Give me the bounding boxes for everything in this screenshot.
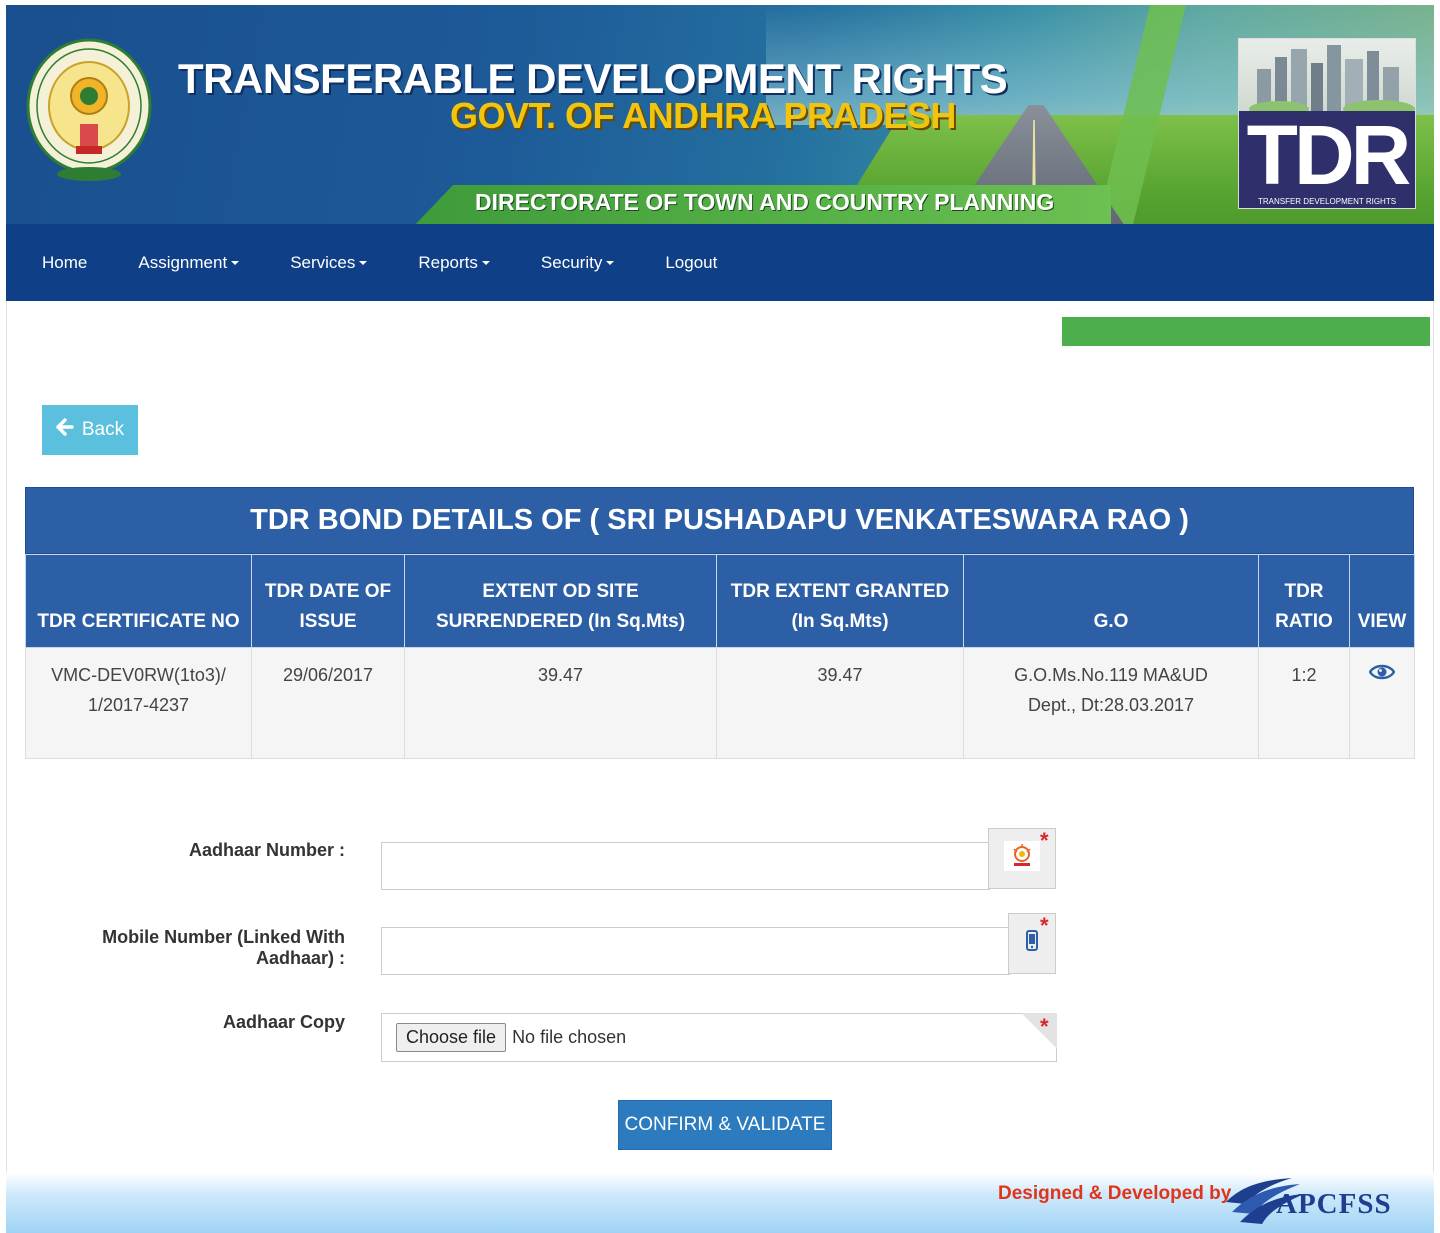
nav-security[interactable]: Security [527, 253, 615, 273]
tdr-logo-tagline: TRANSFER DEVELOPMENT RIGHTS [1239, 196, 1415, 208]
aadhaar-number-input[interactable] [381, 842, 990, 890]
tdr-logo: TDR TRANSFER DEVELOPMENT RIGHTS [1238, 38, 1416, 209]
required-asterisk: * [1040, 1014, 1049, 1039]
cell-date-of-issue: 29/06/2017 [251, 647, 405, 759]
table-header-row: TDR CERTIFICATE NO TDR DATE OF ISSUE EXT… [25, 554, 1415, 648]
required-asterisk: * [1040, 913, 1049, 938]
aadhaar-copy-file-input: Choose file No file chosen [381, 1013, 1057, 1062]
nav-services[interactable]: Services [276, 253, 368, 273]
choose-file-button[interactable]: Choose file [396, 1023, 507, 1052]
table-row: VMC-DEV0RW(1to3)/1/2017-4237 29/06/2017 … [25, 647, 1415, 759]
cell-view [1349, 647, 1415, 759]
col-extent-granted: TDR EXTENT GRANTED (In Sq.Mts) [716, 554, 964, 648]
arrow-left-icon [56, 418, 74, 442]
nav-logout[interactable]: Logout [651, 253, 717, 273]
cell-site-surrendered: 39.47 [404, 647, 717, 759]
cell-extent-granted: 39.47 [716, 647, 964, 759]
mobile-number-input[interactable] [381, 927, 1010, 975]
confirm-validate-button[interactable]: CONFIRM & VALIDATE [618, 1100, 832, 1150]
nav-home[interactable]: Home [28, 253, 87, 273]
nav-assignment[interactable]: Assignment [124, 253, 240, 273]
status-bar [1062, 317, 1430, 346]
col-ratio: TDR RATIO [1258, 554, 1350, 648]
mobile-number-label: Mobile Number (Linked With Aadhaar) : [102, 927, 345, 968]
caret-down-icon [606, 260, 615, 265]
back-button[interactable]: Back [42, 405, 138, 455]
andhra-pradesh-emblem-icon [26, 38, 152, 181]
footer-credit: Designed & Developed by [998, 1183, 1232, 1204]
col-view: VIEW [1349, 554, 1415, 648]
directorate-title: DIRECTORATE OF TOWN AND COUNTRY PLANNING [475, 189, 1055, 215]
apcfss-brand: APCFSS [1276, 1188, 1392, 1220]
file-status: No file chosen [512, 1027, 627, 1047]
bond-details-table: TDR BOND DETAILS OF ( SRI PUSHADAPU VENK… [25, 487, 1415, 759]
caret-down-icon [481, 260, 490, 265]
nav-reports[interactable]: Reports [404, 253, 490, 273]
eye-icon[interactable] [1368, 660, 1396, 690]
caret-down-icon [359, 260, 368, 265]
col-date-of-issue: TDR DATE OF ISSUE [251, 554, 405, 648]
col-certificate-no: TDR CERTIFICATE NO [25, 554, 252, 648]
cell-certificate-no: VMC-DEV0RW(1to3)/1/2017-4237 [25, 647, 252, 759]
cell-go: G.O.Ms.No.119 MA&UD Dept., Dt:28.03.2017 [963, 647, 1259, 759]
table-title: TDR BOND DETAILS OF ( SRI PUSHADAPU VENK… [25, 487, 1414, 554]
required-asterisk: * [1040, 828, 1049, 853]
main-navbar: Home Assignment Services Reports Securit… [6, 224, 1434, 301]
site-subtitle: GOVT. OF ANDHRA PRADESH [450, 95, 956, 136]
required-corner [1021, 1013, 1057, 1049]
city-skyline-icon [1239, 39, 1415, 118]
mobile-phone-icon [1025, 930, 1039, 957]
aadhaar-logo-icon [1004, 841, 1040, 876]
aadhaar-number-label: Aadhaar Number : [188, 840, 345, 860]
cell-ratio: 1:2 [1258, 647, 1350, 759]
col-site-surrendered: EXTENT OD SITE SURRENDERED (In Sq.Mts) [404, 554, 717, 648]
tdr-logo-text: TDR [1239, 111, 1415, 199]
caret-down-icon [231, 260, 240, 265]
aadhaar-copy-label: Aadhaar Copy [222, 1012, 345, 1032]
col-go: G.O [963, 554, 1259, 648]
